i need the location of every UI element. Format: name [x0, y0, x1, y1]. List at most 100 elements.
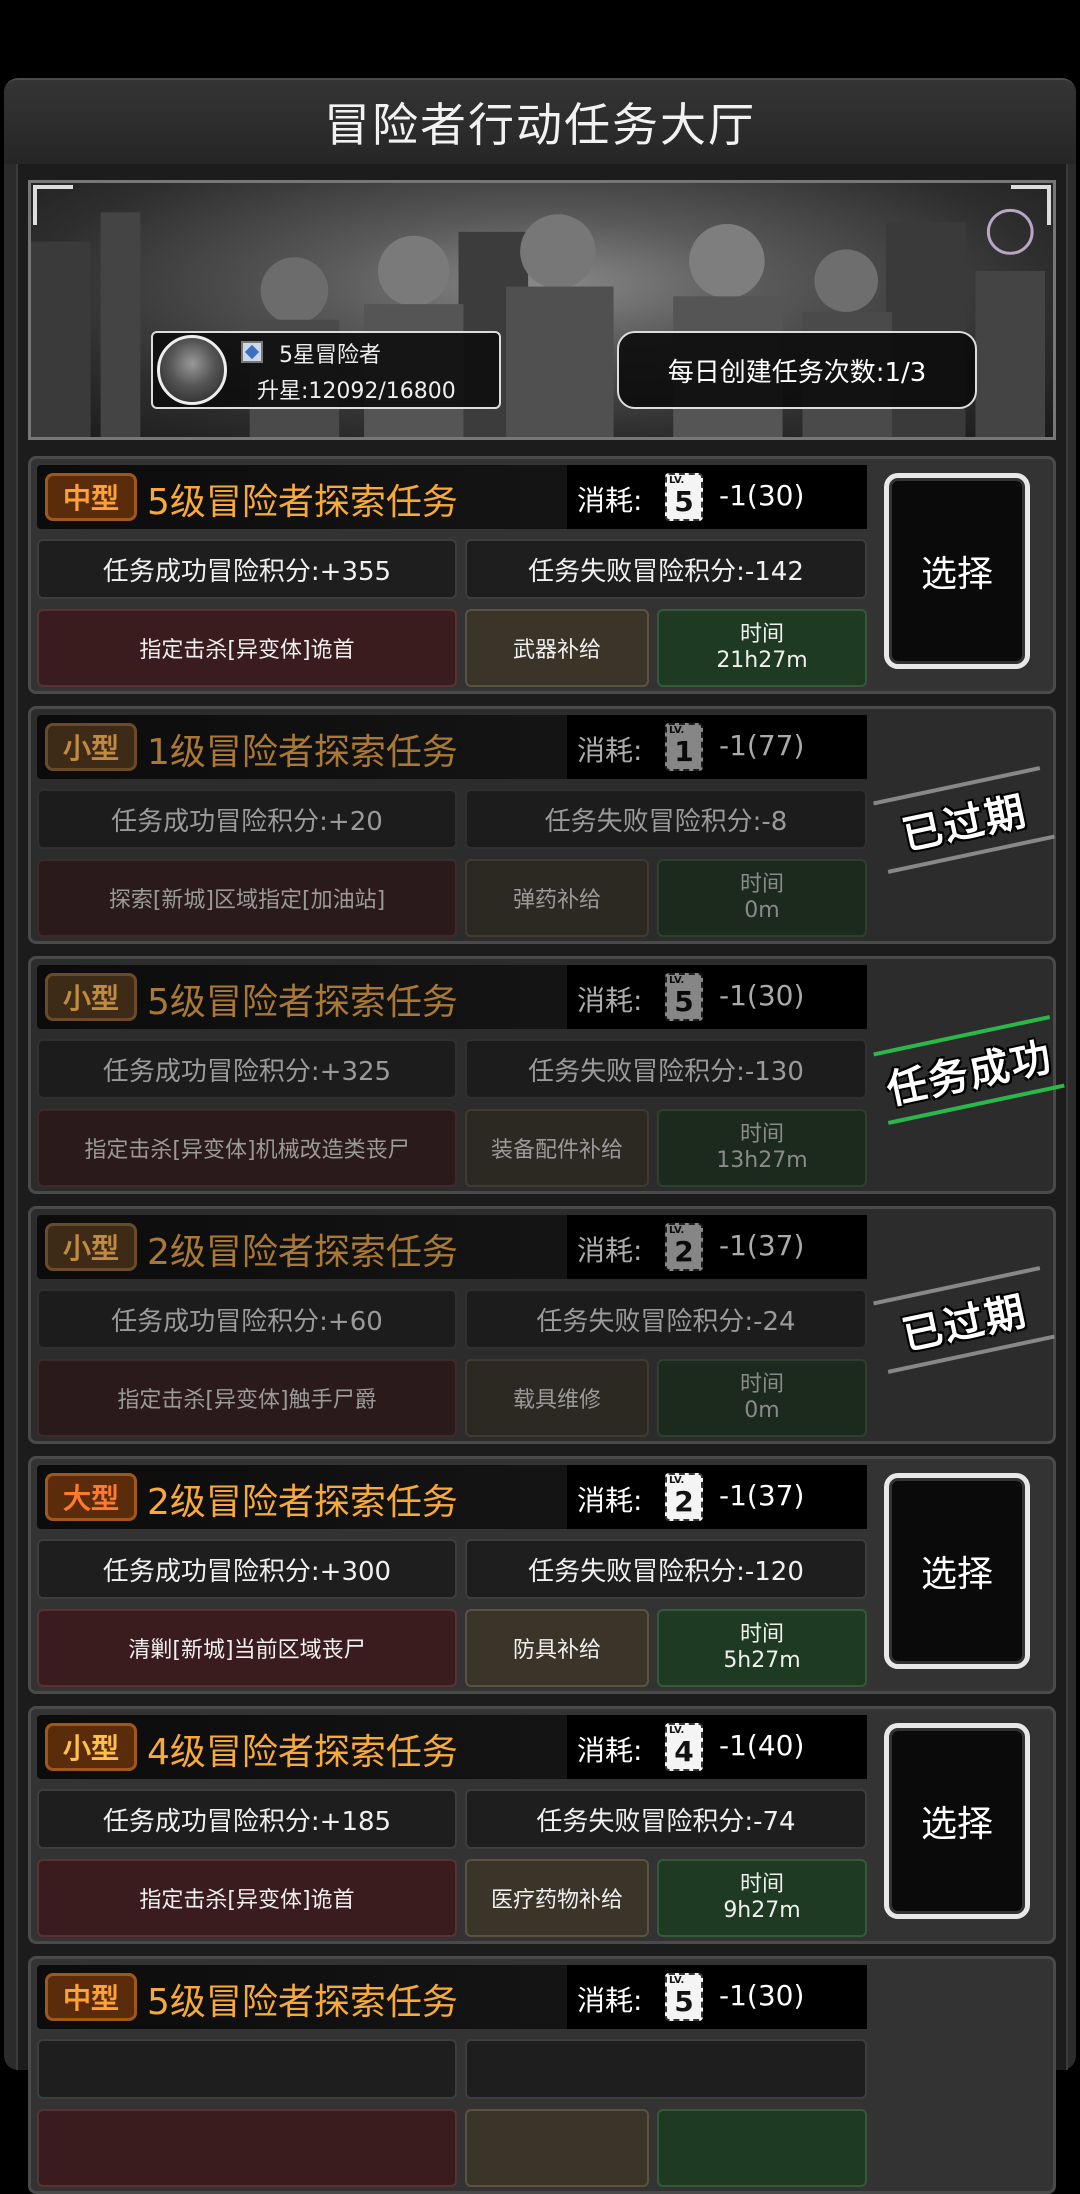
player-info[interactable]: 5星冒险者 升星:12092/16800: [151, 331, 501, 409]
mission-requirement: 指定击杀[异变体]机械改造类丧尸: [37, 1109, 457, 1187]
cost-label: 消耗:: [577, 1984, 643, 2017]
mission-reward: [465, 2109, 649, 2187]
success-points: [37, 2039, 457, 2099]
level-ticket-icon: LV. 5: [665, 473, 703, 521]
mission-header: 小型 4级冒险者探索任务 消耗: LV. 4 -1(40): [37, 1715, 867, 1779]
fail-points: [465, 2039, 867, 2099]
mission-reward: 弹药补给: [465, 859, 649, 937]
select-mission-button[interactable]: 选择: [884, 1723, 1030, 1919]
mission-expired-stamp: 已过期: [872, 1258, 1057, 1381]
mission-title: 5级冒险者探索任务: [147, 482, 458, 523]
player-rank: 5星冒险者: [279, 343, 381, 368]
cost-label: 消耗:: [577, 1734, 643, 1767]
mission-card: 中型 5级冒险者探索任务 消耗: LV. 5 -1(30) 任务成功冒险积分:+3…: [28, 456, 1056, 694]
mission-card: 中型 5级冒险者探索任务 消耗: LV. 5 -1(30): [28, 1956, 1056, 2194]
cost-label: 消耗:: [577, 1234, 643, 1267]
mission-requirement: 探索[新城]区域指定[加油站]: [37, 859, 457, 937]
mission-time: 时间 0m: [657, 1359, 867, 1437]
cost-label: 消耗:: [577, 984, 643, 1017]
mission-card: 小型 4级冒险者探索任务 消耗: LV. 4 -1(40) 任务成功冒险积分:+1…: [28, 1706, 1056, 1944]
mission-requirement: 指定击杀[异变体]诡首: [37, 1859, 457, 1937]
select-mission-button[interactable]: 选择: [884, 473, 1030, 669]
mission-hall-panel: 冒险者行动任务大厅 5星冒险者 升星:12092/16800 每日创建任务次数:…: [4, 78, 1076, 2194]
mission-reward: 防具补给: [465, 1609, 649, 1687]
cost-value: -1(30): [719, 979, 805, 1012]
mission-size-badge: 小型: [45, 973, 137, 1021]
mission-size-badge: 小型: [45, 1223, 137, 1271]
success-points: 任务成功冒险积分:+20: [37, 789, 457, 849]
mission-reward: 载具维修: [465, 1359, 649, 1437]
frame-corner-icon: [33, 185, 73, 225]
mission-time: [657, 2109, 867, 2187]
mission-time: 时间 5h27m: [657, 1609, 867, 1687]
fail-points: 任务失败冒险积分:-130: [465, 1039, 867, 1099]
mission-header: 小型 5级冒险者探索任务 消耗: LV. 5 -1(30): [37, 965, 867, 1029]
success-points: 任务成功冒险积分:+300: [37, 1539, 457, 1599]
mission-success-stamp: 任务成功: [872, 1007, 1067, 1132]
mission-requirement: 指定击杀[异变体]诡首: [37, 609, 457, 687]
fail-points: 任务失败冒险积分:-74: [465, 1789, 867, 1849]
fail-points: 任务失败冒险积分:-8: [465, 789, 867, 849]
mission-header: 大型 2级冒险者探索任务 消耗: LV. 2 -1(37): [37, 1465, 867, 1529]
mission-title: 5级冒险者探索任务: [147, 1982, 458, 2023]
success-points: 任务成功冒险积分:+185: [37, 1789, 457, 1849]
daily-create-count: 每日创建任务次数:1/3: [617, 331, 977, 409]
mission-reward: 武器补给: [465, 609, 649, 687]
level-ticket-icon: LV. 2: [665, 1473, 703, 1521]
select-mission-button[interactable]: 选择: [884, 1473, 1030, 1669]
mission-title: 4级冒险者探索任务: [147, 1732, 458, 1773]
level-ticket-icon: LV. 5: [665, 1973, 703, 2021]
mission-title: 2级冒险者探索任务: [147, 1482, 458, 1523]
mission-header: 中型 5级冒险者探索任务 消耗: LV. 5 -1(30): [37, 465, 867, 529]
mission-expired-stamp: 已过期: [872, 758, 1057, 881]
success-points: 任务成功冒险积分:+325: [37, 1039, 457, 1099]
mission-title: 2级冒险者探索任务: [147, 1232, 458, 1273]
page-title: 冒险者行动任务大厅: [4, 80, 1076, 164]
mission-size-badge: 大型: [45, 1473, 137, 1521]
mission-header: 中型 5级冒险者探索任务 消耗: LV. 5 -1(30): [37, 1965, 867, 2029]
success-points: 任务成功冒险积分:+60: [37, 1289, 457, 1349]
mission-requirement: 清剿[新城]当前区域丧尸: [37, 1609, 457, 1687]
success-points: 任务成功冒险积分:+355: [37, 539, 457, 599]
mission-card: 小型 1级冒险者探索任务 消耗: LV. 1 -1(77) 任务成功冒险积分:+2…: [28, 706, 1056, 944]
mission-requirement: 指定击杀[异变体]触手尸爵: [37, 1359, 457, 1437]
mission-title: 5级冒险者探索任务: [147, 982, 458, 1023]
cost-label: 消耗:: [577, 484, 643, 517]
fail-points: 任务失败冒险积分:-120: [465, 1539, 867, 1599]
team-banner: 5星冒险者 升星:12092/16800 每日创建任务次数:1/3: [28, 180, 1056, 440]
frame-corner-icon: [1011, 185, 1051, 225]
cost-value: -1(30): [719, 479, 805, 512]
cost-value: -1(37): [719, 1479, 805, 1512]
mission-card: 小型 5级冒险者探索任务 消耗: LV. 5 -1(30) 任务成功冒险积分:+3…: [28, 956, 1057, 1194]
mission-size-badge: 中型: [45, 473, 137, 521]
cost-label: 消耗:: [577, 1484, 643, 1517]
cost-value: -1(30): [719, 1979, 805, 2012]
mission-requirement: [37, 2109, 457, 2187]
avatar[interactable]: [157, 335, 227, 405]
mission-time: 时间 21h27m: [657, 609, 867, 687]
mission-list-container[interactable]: 5星冒险者 升星:12092/16800 每日创建任务次数:1/3 中型 5级冒…: [16, 164, 1068, 2194]
star-progress: 升星:12092/16800: [257, 379, 456, 404]
level-ticket-icon: LV. 2: [665, 1223, 703, 1271]
level-ticket-icon: LV. 5: [665, 973, 703, 1021]
level-ticket-icon: LV. 4: [665, 1723, 703, 1771]
mission-size-badge: 小型: [45, 1723, 137, 1771]
fail-points: 任务失败冒险积分:-24: [465, 1289, 867, 1349]
cost-label: 消耗:: [577, 734, 643, 767]
mission-size-badge: 小型: [45, 723, 137, 771]
mission-header: 小型 2级冒险者探索任务 消耗: LV. 2 -1(37): [37, 1215, 867, 1279]
mission-card: 小型 2级冒险者探索任务 消耗: LV. 2 -1(37) 任务成功冒险积分:+6…: [28, 1206, 1056, 1444]
rank-gem-icon: [241, 341, 263, 363]
mission-title: 1级冒险者探索任务: [147, 732, 458, 773]
mission-time: 时间 0m: [657, 859, 867, 937]
mission-reward: 装备配件补给: [465, 1109, 649, 1187]
mission-time: 时间 13h27m: [657, 1109, 867, 1187]
level-ticket-icon: LV. 1: [665, 723, 703, 771]
mission-size-badge: 中型: [45, 1973, 137, 2021]
cost-value: -1(40): [719, 1729, 805, 1762]
fail-points: 任务失败冒险积分:-142: [465, 539, 867, 599]
mission-reward: 医疗药物补给: [465, 1859, 649, 1937]
cost-value: -1(37): [719, 1229, 805, 1262]
mission-header: 小型 1级冒险者探索任务 消耗: LV. 1 -1(77): [37, 715, 867, 779]
cost-value: -1(77): [719, 729, 805, 762]
